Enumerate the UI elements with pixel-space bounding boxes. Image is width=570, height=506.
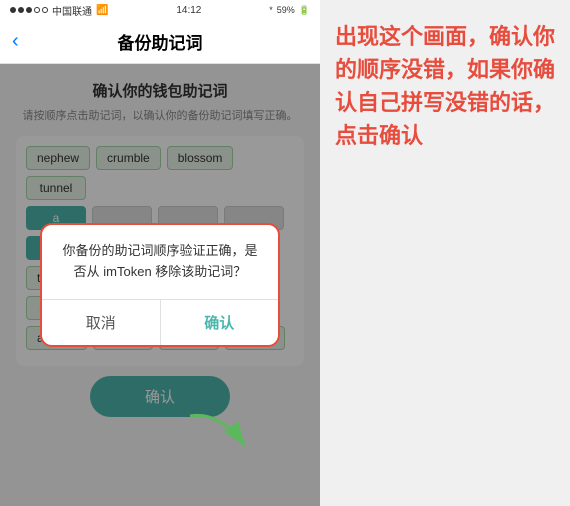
annotation-text: 出现这个画面，确认你的顺序没错，如果你确认自己拼写没错的话，点击确认 [335, 20, 555, 152]
dialog-box: 你备份的助记词顺序验证正确，是否从 imToken 移除该助记词？ 取消 确认 [40, 223, 280, 347]
signal-dots [10, 7, 48, 13]
arrow-annotation [180, 406, 260, 466]
bluetooth-icon: * [269, 5, 273, 15]
nav-bar: ‹ 备份助记词 [0, 20, 320, 64]
dialog-body: 你备份的助记词顺序验证正确，是否从 imToken 移除该助记词？ [42, 225, 278, 299]
time-label: 14:12 [176, 5, 201, 16]
dialog-cancel-button[interactable]: 取消 [42, 300, 161, 345]
carrier-label: 中国联通 [52, 3, 92, 18]
battery-icon: 🔋 [299, 5, 310, 16]
dialog-buttons: 取消 确认 [42, 299, 278, 345]
dialog-message: 你备份的助记词顺序验证正确，是否从 imToken 移除该助记词？ [58, 241, 262, 283]
back-button[interactable]: ‹ [12, 30, 19, 53]
dialog-overlay: 你备份的助记词顺序验证正确，是否从 imToken 移除该助记词？ 取消 确认 [0, 64, 320, 506]
nav-title: 备份助记词 [118, 29, 203, 54]
main-content: 确认你的钱包助记词 请按顺序点击助记词，以确认你的备份助记词填写正确。 neph… [0, 64, 320, 506]
annotation-panel: 出现这个画面，确认你的顺序没错，如果你确认自己拼写没错的话，点击确认 [320, 0, 570, 506]
wifi-icon: 📶 [96, 5, 108, 16]
battery-label: 59% [277, 5, 295, 15]
status-bar: 中国联通 📶 14:12 * 59% 🔋 [0, 0, 320, 20]
phone-frame: 中国联通 📶 14:12 * 59% 🔋 ‹ 备份助记词 确认你的钱包助记词 请… [0, 0, 320, 506]
dialog-ok-button[interactable]: 确认 [161, 300, 279, 345]
